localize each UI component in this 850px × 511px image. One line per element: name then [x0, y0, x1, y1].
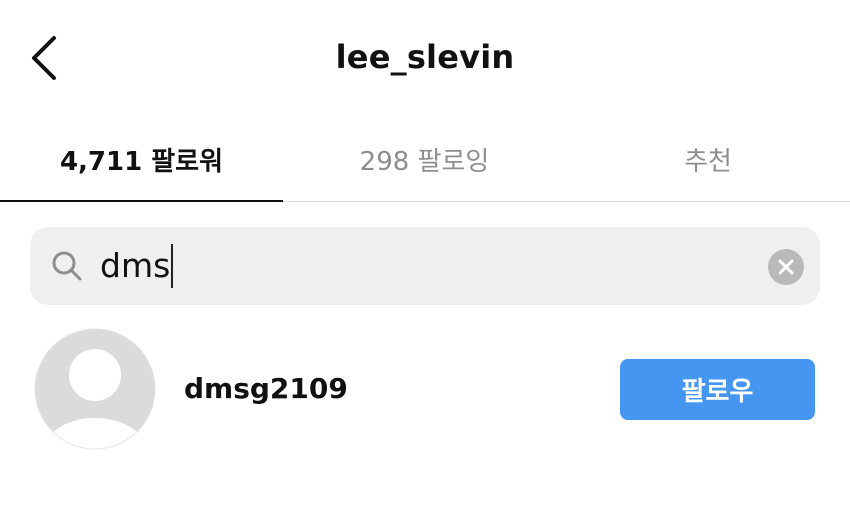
clear-search-button[interactable] [768, 249, 804, 285]
header: lee_slevin [0, 0, 850, 118]
page-title: lee_slevin [335, 38, 515, 76]
follow-button[interactable]: 팔로우 [620, 359, 815, 420]
list-item[interactable]: dmsg2109 팔로우 [0, 328, 850, 452]
search-query-text: dms [100, 246, 171, 285]
search-query: dms [100, 243, 174, 290]
tab-suggested[interactable]: 추천 [566, 118, 850, 201]
tab-followers[interactable]: 4,711 팔로워 [0, 118, 283, 202]
text-caret [171, 243, 174, 288]
followers-screen: lee_slevin 4,711 팔로워 298 팔로잉 추천 dms dmsg… [0, 0, 850, 511]
default-avatar-icon [34, 328, 156, 450]
search-icon [50, 249, 84, 287]
search-input[interactable]: dms [30, 227, 820, 305]
avatar[interactable] [34, 328, 156, 450]
username[interactable]: dmsg2109 [184, 372, 348, 405]
tab-bar: 4,711 팔로워 298 팔로잉 추천 [0, 118, 850, 202]
clear-icon [778, 259, 794, 275]
tab-following[interactable]: 298 팔로잉 [283, 118, 566, 201]
